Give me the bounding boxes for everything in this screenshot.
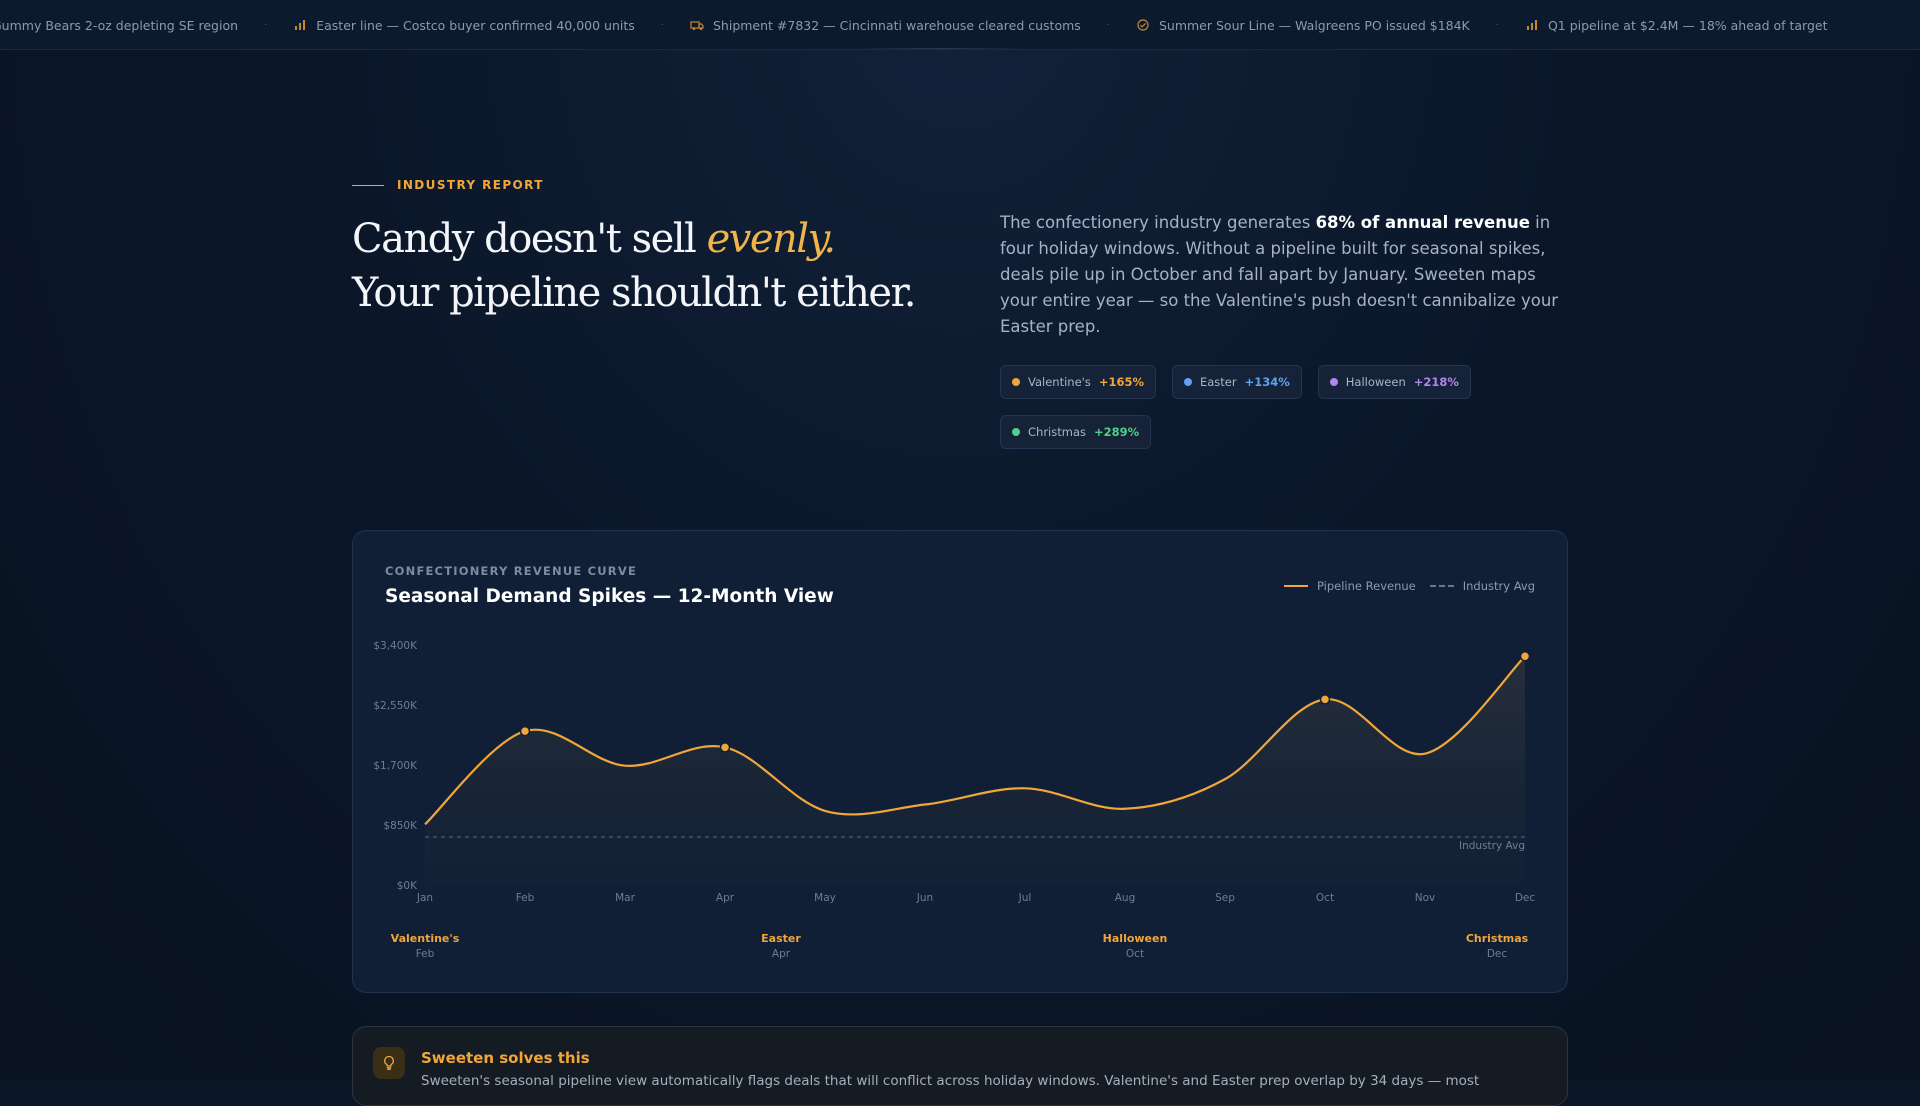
ticker-text: Q1 pipeline at $2.4M — 18% ahead of targ… bbox=[1547, 17, 1828, 33]
ticker-item: Gummy Bears 2-oz depleting SE region bbox=[0, 18, 238, 33]
season-chip: Christmas +289% bbox=[1000, 415, 1152, 449]
truck-icon bbox=[690, 18, 704, 32]
peak-point bbox=[1519, 651, 1531, 662]
x-tick-label: Dec bbox=[1515, 892, 1536, 904]
chip-percent: +218% bbox=[1413, 375, 1459, 389]
ticker-item: Summer Sour Line — Walgreens PO issued $… bbox=[1136, 18, 1470, 33]
ticker-separator: · bbox=[660, 19, 664, 31]
peak-point bbox=[1319, 694, 1331, 705]
season-chip: Easter +134% bbox=[1171, 365, 1302, 399]
intro-before: The confectionery industry generates bbox=[1000, 213, 1316, 232]
x-tick-label: May bbox=[814, 892, 836, 904]
y-tick-label: $1,700K bbox=[373, 760, 418, 772]
revenue-chart-card: CONFECTIONERY REVENUE CURVE Seasonal Dem… bbox=[352, 530, 1568, 993]
chip-label: Halloween bbox=[1345, 375, 1406, 389]
chip-dot bbox=[1012, 428, 1020, 436]
check-circle-icon bbox=[1136, 18, 1150, 32]
y-tick-label: $0K bbox=[397, 880, 418, 892]
lightbulb-icon bbox=[373, 1047, 405, 1079]
industry-avg-label: Industry Avg bbox=[1459, 840, 1525, 852]
seasonal-chips: Valentine's +165% Easter +134% Halloween +218… bbox=[1000, 365, 1520, 449]
callout-body: Sweeten's seasonal pipeline view automat… bbox=[421, 1073, 1480, 1089]
headline-accent: evenly. bbox=[706, 216, 837, 262]
ticker-item: Q1 pipeline at $2.4M — 18% ahead of targ… bbox=[1525, 18, 1828, 33]
chip-percent: +165% bbox=[1098, 375, 1144, 389]
x-tick-label: Jul bbox=[1018, 892, 1032, 904]
x-tick-label: Jun bbox=[916, 892, 933, 904]
peak-point bbox=[719, 742, 731, 753]
x-tick-label: Feb bbox=[516, 892, 535, 904]
ticker-separator: · bbox=[1495, 19, 1499, 31]
ticker-text: Easter line — Costco buyer confirmed 40,… bbox=[316, 17, 635, 33]
holiday-name: Halloween bbox=[1103, 932, 1168, 945]
x-tick-label: Oct bbox=[1316, 892, 1334, 904]
chart-bars-icon bbox=[293, 18, 307, 32]
intro-highlight: 68% of annual revenue bbox=[1315, 213, 1530, 232]
ticker-indicator bbox=[850, 48, 1030, 49]
season-chip: Valentine's +165% bbox=[1000, 365, 1156, 399]
holiday-name: Christmas bbox=[1466, 932, 1529, 945]
holiday-month: Apr bbox=[772, 948, 791, 960]
solution-callout: Sweeten solves this Sweeten's seasonal p… bbox=[352, 1026, 1568, 1106]
x-tick-label: Nov bbox=[1415, 892, 1436, 904]
holiday-name: Valentine's bbox=[391, 932, 460, 945]
y-tick-label: $2,550K bbox=[373, 700, 418, 712]
chip-label: Christmas bbox=[1028, 425, 1086, 439]
season-chip: Halloween +218% bbox=[1317, 365, 1471, 399]
x-tick-label: Sep bbox=[1215, 892, 1235, 904]
holiday-month: Oct bbox=[1126, 948, 1144, 960]
y-tick-label: $3,400K bbox=[373, 640, 418, 652]
chip-percent: +289% bbox=[1093, 425, 1140, 439]
ticker-text: Gummy Bears 2-oz depleting SE region bbox=[0, 17, 239, 33]
news-ticker: Gummy Bears 2-oz depleting SE region · Eas… bbox=[0, 0, 1920, 50]
y-tick-label: $850K bbox=[383, 820, 418, 832]
callout-title: Sweeten solves this bbox=[421, 1049, 590, 1067]
headline-part1: Candy doesn't sell bbox=[352, 216, 707, 262]
x-tick-label: Jan bbox=[416, 892, 433, 904]
ticker-item: Shipment #7832 — Cincinnati warehouse cl… bbox=[690, 18, 1081, 33]
pipeline-area bbox=[425, 656, 1525, 885]
headline-line2: Your pipeline shouldn't either. bbox=[352, 270, 917, 316]
ticker-text: Shipment #7832 — Cincinnati warehouse cl… bbox=[712, 17, 1081, 33]
eyebrow-label: INDUSTRY REPORT bbox=[397, 178, 544, 192]
holiday-name: Easter bbox=[761, 932, 801, 945]
hero-intro: The confectionery industry generates 68%… bbox=[1000, 210, 1575, 340]
chip-percent: +134% bbox=[1244, 375, 1290, 389]
x-tick-label: Apr bbox=[716, 892, 735, 904]
chart-bars-icon bbox=[1525, 18, 1539, 32]
holiday-month: Dec bbox=[1487, 948, 1508, 960]
peak-point bbox=[519, 725, 531, 737]
chip-label: Valentine's bbox=[1028, 375, 1091, 389]
hero-eyebrow: INDUSTRY REPORT bbox=[352, 178, 544, 192]
x-tick-label: Mar bbox=[615, 892, 635, 904]
ticker-text: Summer Sour Line — Walgreens PO issued $… bbox=[1158, 17, 1470, 33]
chip-dot bbox=[1012, 378, 1020, 386]
ticker-separator: · bbox=[264, 19, 268, 31]
x-tick-label: Aug bbox=[1115, 892, 1136, 904]
revenue-chart: $0K $850K $1,700K $2,550K $3,400K Jan Feb Mar Ap… bbox=[373, 640, 1536, 960]
ticker-separator: · bbox=[1106, 19, 1110, 31]
hero-headline: Candy doesn't sell evenly. Your pipeline… bbox=[352, 212, 952, 320]
chip-dot bbox=[1183, 378, 1192, 386]
ticker-track: Gummy Bears 2-oz depleting SE region · Eas… bbox=[0, 0, 1828, 49]
chip-dot bbox=[1329, 378, 1338, 386]
holiday-month: Feb bbox=[416, 948, 435, 960]
eyebrow-rule bbox=[352, 184, 384, 186]
holiday-markers: Valentine's Feb Easter Apr Halloween Oct Chris… bbox=[391, 932, 1529, 960]
chip-label: Easter bbox=[1199, 375, 1237, 389]
ticker-item: Easter line — Costco buyer confirmed 40,… bbox=[293, 18, 635, 33]
